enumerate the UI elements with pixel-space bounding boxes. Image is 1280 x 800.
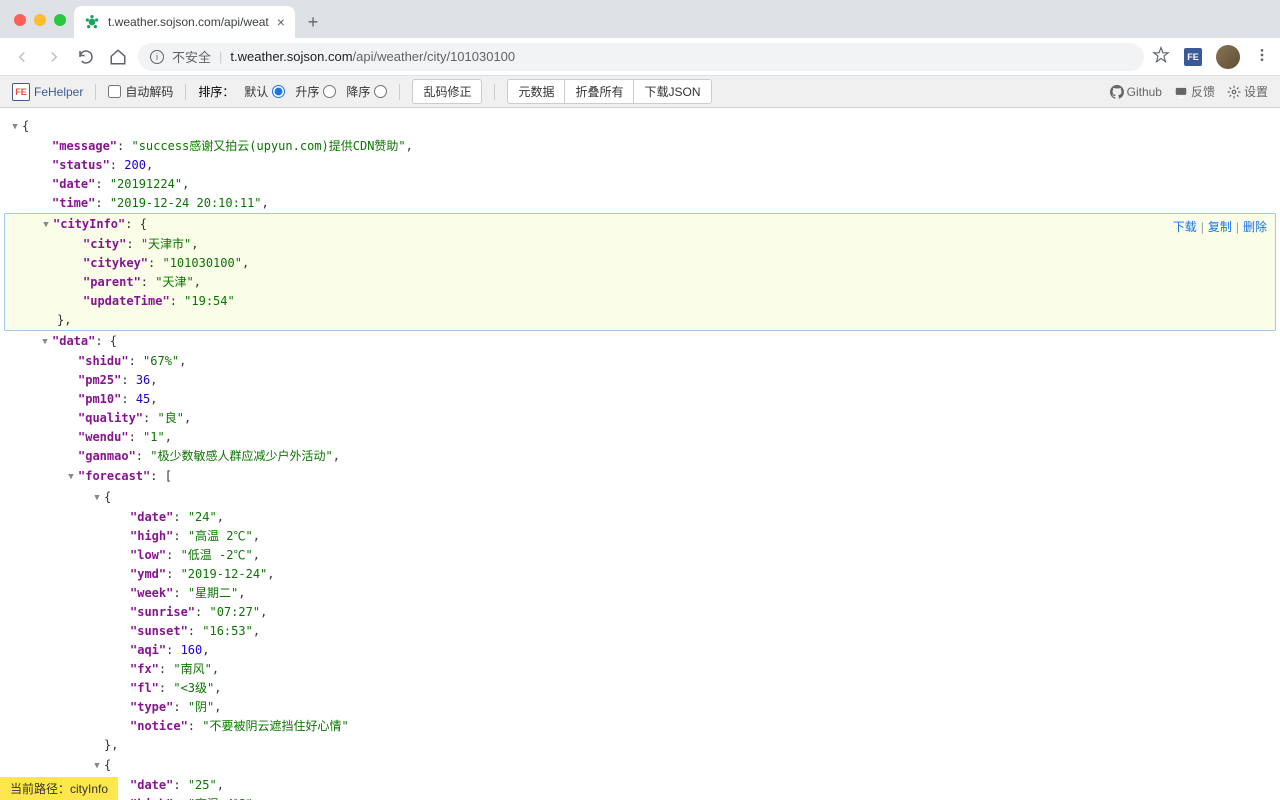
fehelper-logo[interactable]: FE FeHelper bbox=[12, 83, 83, 101]
json-kv[interactable]: "forecast": [ bbox=[0, 466, 1280, 487]
download-json-button[interactable]: 下载JSON bbox=[633, 79, 711, 104]
delete-link[interactable]: 删除 bbox=[1243, 218, 1267, 237]
browser-right-icons: FE bbox=[1152, 45, 1270, 69]
reload-button[interactable] bbox=[74, 45, 98, 69]
json-open-brace[interactable]: { bbox=[0, 116, 1280, 137]
json-kv[interactable]: "week": "星期二", bbox=[0, 584, 1280, 603]
json-kv[interactable]: "high": "高温 2℃", bbox=[0, 527, 1280, 546]
json-kv[interactable]: "high": "高温 4℃", bbox=[0, 795, 1280, 800]
json-kv[interactable]: "notice": "不要被阴云遮挡住好心情" bbox=[0, 717, 1280, 736]
highlighted-actions: 下载| 复制| 删除 bbox=[1173, 218, 1267, 237]
collapse-caret-icon[interactable] bbox=[38, 331, 52, 352]
json-kv[interactable]: "date": "20191224", bbox=[0, 175, 1280, 194]
browser-nav-bar: i 不安全 | t.weather.sojson.com/api/weather… bbox=[0, 38, 1280, 76]
sort-default-radio[interactable]: 默认 bbox=[244, 83, 285, 100]
data-button-group: 元数据 折叠所有 下载JSON bbox=[507, 79, 711, 104]
forward-button[interactable] bbox=[42, 45, 66, 69]
json-open-brace[interactable]: { bbox=[0, 487, 1280, 508]
collapse-caret-icon[interactable] bbox=[90, 487, 104, 508]
close-window-button[interactable] bbox=[14, 14, 26, 26]
url-text: t.weather.sojson.com/api/weather/city/10… bbox=[230, 49, 515, 64]
security-warning: 不安全 bbox=[172, 47, 211, 66]
json-open-brace[interactable]: { bbox=[0, 755, 1280, 776]
json-viewer: { "message": "success感谢又拍云(upyun.com)提供C… bbox=[0, 108, 1280, 800]
site-info-icon[interactable]: i bbox=[150, 50, 164, 64]
json-kv[interactable]: "citykey": "101030100", bbox=[5, 254, 1275, 273]
sort-asc-radio[interactable]: 升序 bbox=[295, 83, 336, 100]
json-kv[interactable]: "shidu": "67%", bbox=[0, 352, 1280, 371]
collapse-all-button[interactable]: 折叠所有 bbox=[564, 79, 634, 104]
collapse-caret-icon[interactable] bbox=[90, 755, 104, 776]
json-kv[interactable]: "sunset": "16:53", bbox=[0, 622, 1280, 641]
json-kv[interactable]: "data": { bbox=[0, 331, 1280, 352]
json-kv[interactable]: "cityInfo": { bbox=[5, 214, 1275, 235]
divider bbox=[95, 84, 96, 100]
json-kv[interactable]: "parent": "天津", bbox=[5, 273, 1275, 292]
home-button[interactable] bbox=[106, 45, 130, 69]
bookmark-star-icon[interactable] bbox=[1152, 46, 1170, 67]
highlighted-block: 下载| 复制| 删除 "cityInfo": { "city": "天津市", … bbox=[4, 213, 1276, 331]
collapse-caret-icon[interactable] bbox=[39, 214, 53, 235]
divider bbox=[185, 84, 186, 100]
back-button[interactable] bbox=[10, 45, 34, 69]
fehelper-toolbar: FE FeHelper 自动解码 排序： 默认 升序 降序 乱码修正 元数据 折… bbox=[0, 76, 1280, 108]
json-kv[interactable]: "low": "低温 -2℃", bbox=[0, 546, 1280, 565]
json-kv[interactable]: "wendu": "1", bbox=[0, 428, 1280, 447]
browser-menu-button[interactable] bbox=[1254, 47, 1270, 66]
feedback-link[interactable]: 反馈 bbox=[1174, 83, 1215, 100]
json-kv[interactable]: "time": "2019-12-24 20:10:11", bbox=[0, 194, 1280, 213]
collapse-caret-icon[interactable] bbox=[64, 466, 78, 487]
raw-data-button[interactable]: 元数据 bbox=[507, 79, 565, 104]
divider bbox=[494, 84, 495, 100]
json-kv[interactable]: "quality": "良", bbox=[0, 409, 1280, 428]
json-kv[interactable]: "sunrise": "07:27", bbox=[0, 603, 1280, 622]
collapse-caret-icon[interactable] bbox=[8, 116, 22, 137]
sort-desc-radio[interactable]: 降序 bbox=[346, 83, 387, 100]
json-kv[interactable]: "date": "24", bbox=[0, 508, 1280, 527]
download-link[interactable]: 下载 bbox=[1173, 218, 1197, 237]
json-kv[interactable]: "fx": "南风", bbox=[0, 660, 1280, 679]
json-kv[interactable]: "pm10": 45, bbox=[0, 390, 1280, 409]
divider bbox=[399, 84, 400, 100]
github-link[interactable]: Github bbox=[1110, 85, 1162, 99]
json-kv[interactable]: "date": "25", bbox=[0, 776, 1280, 795]
auto-decode-checkbox[interactable]: 自动解码 bbox=[108, 83, 173, 100]
sort-group: 排序： 默认 升序 降序 bbox=[198, 83, 387, 100]
fehelper-extension-icon[interactable]: FE bbox=[1184, 48, 1202, 66]
json-kv[interactable]: "aqi": 160, bbox=[0, 641, 1280, 660]
json-kv[interactable]: "updateTime": "19:54" bbox=[5, 292, 1275, 311]
toolbar-right: Github 反馈 设置 bbox=[1110, 83, 1268, 100]
browser-tab-strip: t.weather.sojson.com/api/weat × + bbox=[0, 0, 1280, 38]
profile-avatar[interactable] bbox=[1216, 45, 1240, 69]
json-kv[interactable]: "ganmao": "极少数敏感人群应减少户外活动", bbox=[0, 447, 1280, 466]
copy-link[interactable]: 复制 bbox=[1208, 218, 1232, 237]
sort-label: 排序： bbox=[198, 83, 234, 100]
json-kv[interactable]: "status": 200, bbox=[0, 156, 1280, 175]
current-path-bar: 当前路径：cityInfo bbox=[0, 777, 118, 800]
maximize-window-button[interactable] bbox=[54, 14, 66, 26]
json-kv[interactable]: "fl": "<3级", bbox=[0, 679, 1280, 698]
json-close-brace[interactable]: }, bbox=[5, 311, 1275, 330]
fix-encoding-button[interactable]: 乱码修正 bbox=[412, 79, 482, 104]
url-bar[interactable]: i 不安全 | t.weather.sojson.com/api/weather… bbox=[138, 43, 1144, 71]
settings-link[interactable]: 设置 bbox=[1227, 83, 1268, 100]
new-tab-button[interactable]: + bbox=[299, 8, 327, 36]
json-kv[interactable]: "city": "天津市", bbox=[5, 235, 1275, 254]
json-kv[interactable]: "ymd": "2019-12-24", bbox=[0, 565, 1280, 584]
minimize-window-button[interactable] bbox=[34, 14, 46, 26]
tab-favicon-icon bbox=[84, 14, 100, 30]
fehelper-logo-icon: FE bbox=[12, 83, 30, 101]
json-kv[interactable]: "message": "success感谢又拍云(upyun.com)提供CDN… bbox=[0, 137, 1280, 156]
tab-close-button[interactable]: × bbox=[277, 14, 285, 30]
browser-tab[interactable]: t.weather.sojson.com/api/weat × bbox=[74, 6, 295, 38]
json-close-brace[interactable]: }, bbox=[0, 736, 1280, 755]
json-kv[interactable]: "pm25": 36, bbox=[0, 371, 1280, 390]
window-controls bbox=[8, 14, 74, 38]
tab-title: t.weather.sojson.com/api/weat bbox=[108, 15, 269, 29]
json-kv[interactable]: "type": "阴", bbox=[0, 698, 1280, 717]
